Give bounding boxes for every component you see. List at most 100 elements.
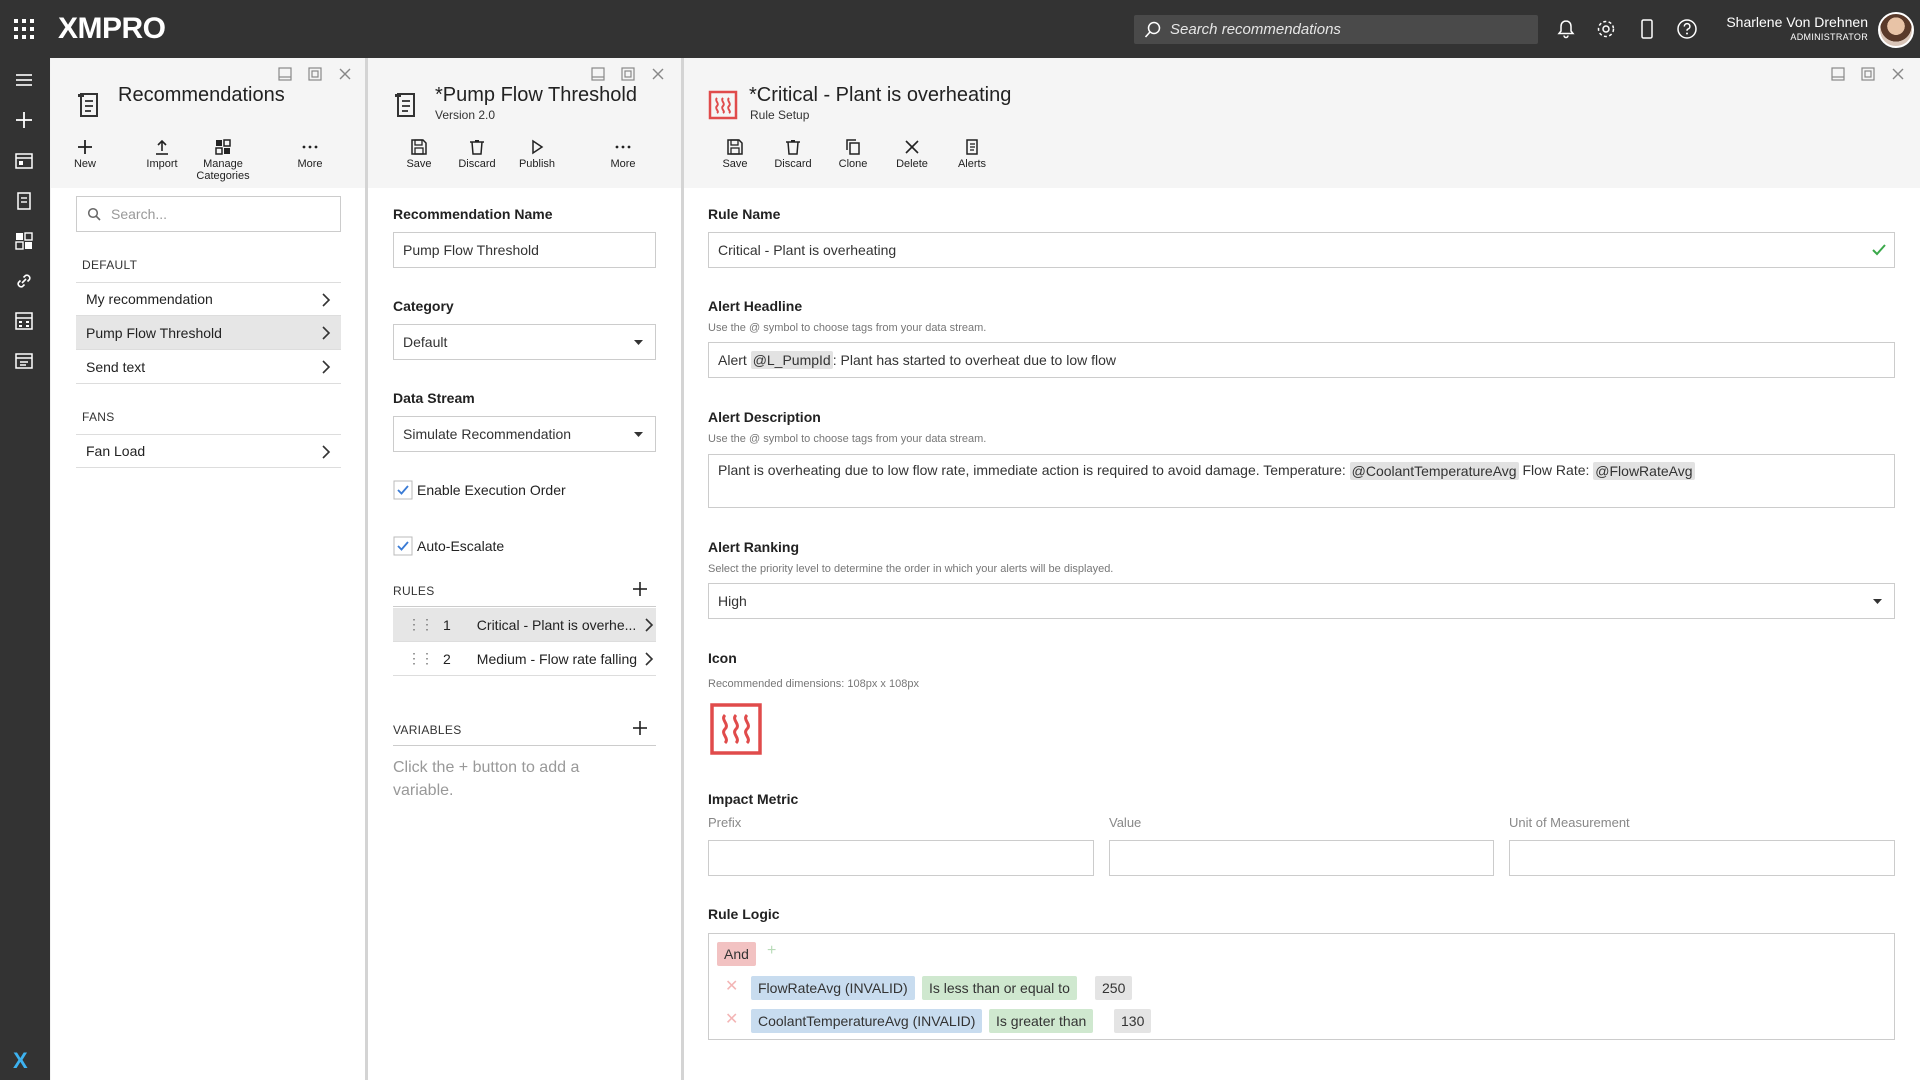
minimize-icon[interactable] bbox=[277, 66, 293, 82]
category-select[interactable]: Default bbox=[393, 324, 656, 360]
add-variable-icon[interactable] bbox=[632, 720, 648, 736]
checkbox-checked-icon bbox=[393, 480, 413, 500]
new-button[interactable]: New bbox=[67, 138, 103, 170]
list-item[interactable]: Fan Load bbox=[76, 434, 341, 468]
condition-operator-chip[interactable]: Is less than or equal to bbox=[922, 976, 1077, 1000]
import-label: Import bbox=[146, 158, 178, 170]
auto-escalate-checkbox[interactable]: Auto-Escalate bbox=[393, 536, 504, 556]
minimize-icon[interactable] bbox=[590, 66, 606, 82]
condition-operator-chip[interactable]: Is greater than bbox=[989, 1009, 1094, 1033]
drag-handle-icon[interactable]: ⋮⋮ bbox=[407, 616, 434, 633]
tag-chip[interactable]: @FlowRateAvg bbox=[1593, 462, 1695, 480]
list-item-label: Fan Load bbox=[86, 443, 146, 459]
list-item-label: My recommendation bbox=[86, 291, 213, 307]
heat-icon-preview[interactable] bbox=[710, 703, 762, 755]
tag-chip[interactable]: @L_PumpId bbox=[750, 351, 833, 369]
recommendation-name-field[interactable]: Pump Flow Threshold bbox=[393, 232, 656, 268]
more-button[interactable]: More bbox=[606, 138, 640, 170]
condition-value-chip[interactable]: 250 bbox=[1095, 976, 1133, 1000]
alerts-button[interactable]: Alerts bbox=[954, 138, 990, 170]
chevron-right-icon bbox=[322, 360, 331, 374]
xmpro-logo[interactable]: XMPRO bbox=[58, 12, 166, 46]
more-button[interactable]: More bbox=[293, 138, 327, 170]
rule-name-label: Rule Name bbox=[708, 206, 781, 222]
headline-text: Alert bbox=[718, 352, 751, 368]
discard-button[interactable]: Discard bbox=[457, 138, 497, 170]
list-item[interactable]: My recommendation bbox=[76, 282, 341, 316]
close-icon[interactable] bbox=[1890, 66, 1906, 82]
search-input[interactable]: Search recommendations bbox=[1134, 15, 1538, 44]
remove-condition-icon[interactable]: ✕ bbox=[725, 1009, 738, 1029]
tag-chip[interactable]: @CoolantTemperatureAvg bbox=[1349, 462, 1519, 480]
rule-name: Medium - Flow rate falling bbox=[476, 650, 638, 667]
chevron-right-icon bbox=[322, 445, 331, 459]
drag-handle-icon[interactable]: ⋮⋮ bbox=[407, 650, 434, 667]
close-icon[interactable] bbox=[337, 66, 353, 82]
add-condition-icon[interactable]: + bbox=[767, 942, 776, 960]
maximize-icon[interactable] bbox=[620, 66, 636, 82]
link-icon[interactable] bbox=[13, 270, 35, 292]
bell-icon[interactable] bbox=[1555, 18, 1577, 40]
add-rule-icon[interactable] bbox=[632, 581, 648, 597]
delete-button[interactable]: Delete bbox=[894, 138, 930, 170]
recommendations-search-input[interactable]: Search... bbox=[76, 196, 341, 232]
data-stream-select[interactable]: Simulate Recommendation bbox=[393, 416, 656, 452]
alert-ranking-value: High bbox=[718, 593, 747, 609]
alert-description-field[interactable]: Plant is overheating due to low flow rat… bbox=[708, 454, 1895, 508]
window-controls bbox=[590, 66, 666, 82]
manage-categories-button[interactable]: Manage Categories bbox=[193, 138, 253, 182]
close-icon[interactable] bbox=[650, 66, 666, 82]
maximize-icon[interactable] bbox=[1860, 66, 1876, 82]
save-button[interactable]: Save bbox=[720, 138, 750, 170]
add-icon[interactable] bbox=[13, 109, 35, 131]
list-item[interactable]: Pump Flow Threshold bbox=[76, 316, 341, 350]
calculator-icon[interactable] bbox=[13, 310, 35, 332]
panel-header: *Critical - Plant is overheating Rule Se… bbox=[684, 58, 1920, 188]
unit-field[interactable] bbox=[1509, 840, 1895, 876]
enable-execution-order-checkbox[interactable]: Enable Execution Order bbox=[393, 480, 566, 500]
publish-button[interactable]: Publish bbox=[517, 138, 557, 170]
xmpro-x-logo[interactable]: X bbox=[13, 1048, 28, 1074]
prefix-label: Prefix bbox=[708, 815, 742, 830]
save-button[interactable]: Save bbox=[404, 138, 434, 170]
icon-hint: Recommended dimensions: 108px x 108px bbox=[708, 678, 919, 690]
condition-value-chip[interactable]: 130 bbox=[1114, 1009, 1152, 1033]
dropdown-caret-icon bbox=[634, 432, 643, 437]
rule-name-field[interactable]: Critical - Plant is overheating bbox=[708, 232, 1895, 268]
remove-condition-icon[interactable]: ✕ bbox=[725, 976, 738, 996]
mobile-device-icon[interactable] bbox=[1636, 18, 1658, 40]
logic-operator-chip[interactable]: And bbox=[717, 942, 756, 966]
alert-ranking-select[interactable]: High bbox=[708, 583, 1895, 619]
alert-headline-field[interactable]: Alert @L_PumpId : Plant has started to o… bbox=[708, 342, 1895, 378]
apps-icon[interactable] bbox=[13, 150, 35, 172]
list-item[interactable]: Send text bbox=[76, 350, 341, 384]
gear-icon[interactable] bbox=[1595, 18, 1617, 40]
import-button[interactable]: Import bbox=[142, 138, 182, 170]
discard-button[interactable]: Discard bbox=[773, 138, 813, 170]
panel-header: Recommendations New Import Manage Catego… bbox=[51, 58, 365, 188]
value-field[interactable] bbox=[1109, 840, 1494, 876]
rule-item[interactable]: ⋮⋮ 2 Medium - Flow rate falling bbox=[393, 642, 656, 676]
help-icon[interactable] bbox=[1676, 18, 1698, 40]
icon-label: Icon bbox=[708, 650, 737, 666]
prefix-field[interactable] bbox=[708, 840, 1094, 876]
window-controls bbox=[277, 66, 353, 82]
apps-grid-icon[interactable] bbox=[14, 19, 34, 39]
data-stream-icon[interactable] bbox=[13, 350, 35, 372]
alert-description-hint: Use the @ symbol to choose tags from you… bbox=[708, 433, 987, 445]
check-icon bbox=[1872, 244, 1886, 256]
more-label: More bbox=[297, 158, 323, 170]
hamburger-menu-icon[interactable] bbox=[13, 69, 35, 91]
condition-field-chip[interactable]: FlowRateAvg (INVALID) bbox=[751, 976, 915, 1000]
new-label: New bbox=[73, 158, 96, 170]
maximize-icon[interactable] bbox=[307, 66, 323, 82]
alert-headline-label: Alert Headline bbox=[708, 298, 803, 314]
user-name[interactable]: Sharlene Von Drehnen bbox=[1726, 15, 1868, 30]
dashboard-icon[interactable] bbox=[13, 230, 35, 252]
recommendations-icon[interactable] bbox=[13, 190, 35, 212]
avatar[interactable] bbox=[1878, 12, 1914, 48]
clone-button[interactable]: Clone bbox=[835, 138, 871, 170]
rule-item[interactable]: ⋮⋮ 1 Critical - Plant is overhe... bbox=[393, 608, 656, 642]
condition-field-chip[interactable]: CoolantTemperatureAvg (INVALID) bbox=[751, 1009, 983, 1033]
minimize-icon[interactable] bbox=[1830, 66, 1846, 82]
